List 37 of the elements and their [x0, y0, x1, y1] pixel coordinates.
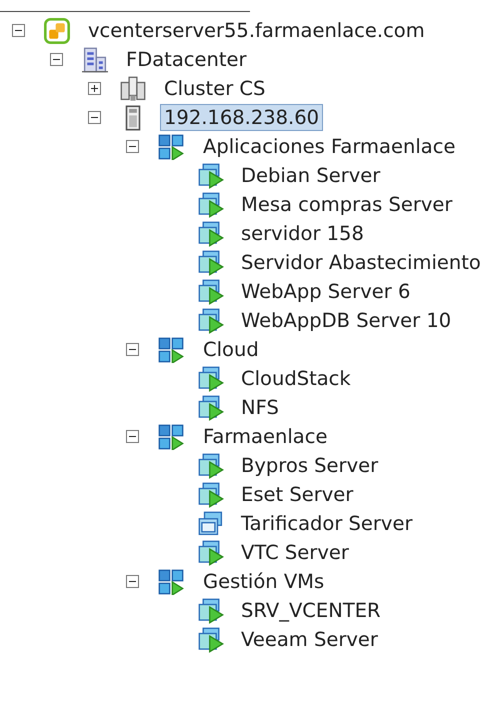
tree-item[interactable]: WebApp Server 6 [237, 278, 414, 305]
tree-item[interactable]: CloudStack [237, 365, 355, 392]
tree-item[interactable]: Gestión VMs [199, 568, 328, 595]
collapse-toggle[interactable] [126, 343, 139, 356]
tree-item[interactable]: Mesa compras Server [237, 191, 456, 218]
expand-toggle[interactable] [88, 82, 101, 95]
stacked-boxes-icon [158, 336, 184, 362]
tree-item[interactable]: NFS [237, 394, 283, 421]
tree-item[interactable]: vcenterserver55.farmaenlace.com [84, 17, 429, 44]
collapse-toggle[interactable] [126, 430, 139, 443]
servers-icon [120, 76, 146, 102]
tree-item[interactable]: FDatacenter [122, 46, 251, 73]
tree-item[interactable]: Farmaenlace [199, 423, 332, 450]
tree-item[interactable]: Bypros Server [237, 452, 382, 479]
tree-item[interactable]: WebAppDB Server 10 [237, 307, 456, 334]
vcenter-logo-icon [44, 18, 70, 44]
tree-item[interactable]: Cloud [199, 336, 263, 363]
tree-item[interactable]: Servidor Abastecimiento [237, 249, 485, 276]
tree-item[interactable]: VTC Server [237, 539, 353, 566]
collapse-toggle[interactable] [50, 53, 63, 66]
collapse-toggle[interactable] [126, 140, 139, 153]
tree-item[interactable]: Tarificador Server [237, 510, 416, 537]
tree-item[interactable]: servidor 158 [237, 220, 368, 247]
tree-item[interactable]: Aplicaciones Farmaenlace [199, 133, 460, 160]
building-icon [82, 46, 108, 72]
stacked-boxes-icon [158, 134, 184, 160]
collapse-toggle[interactable] [88, 111, 101, 124]
tree-item[interactable]: 192.168.238.60 [160, 104, 324, 131]
tree-item[interactable]: Debian Server [237, 162, 384, 189]
collapse-toggle[interactable] [126, 575, 139, 588]
tree-item[interactable]: Cluster CS [160, 75, 270, 102]
stacked-boxes-icon [158, 424, 184, 450]
tree-item[interactable]: Eset Server [237, 481, 358, 508]
collapse-toggle[interactable] [12, 24, 25, 37]
stacked-boxes-icon [158, 568, 184, 594]
tree-item[interactable]: Veeam Server [237, 626, 382, 653]
tree-item[interactable]: SRV_VCENTER [237, 597, 385, 624]
